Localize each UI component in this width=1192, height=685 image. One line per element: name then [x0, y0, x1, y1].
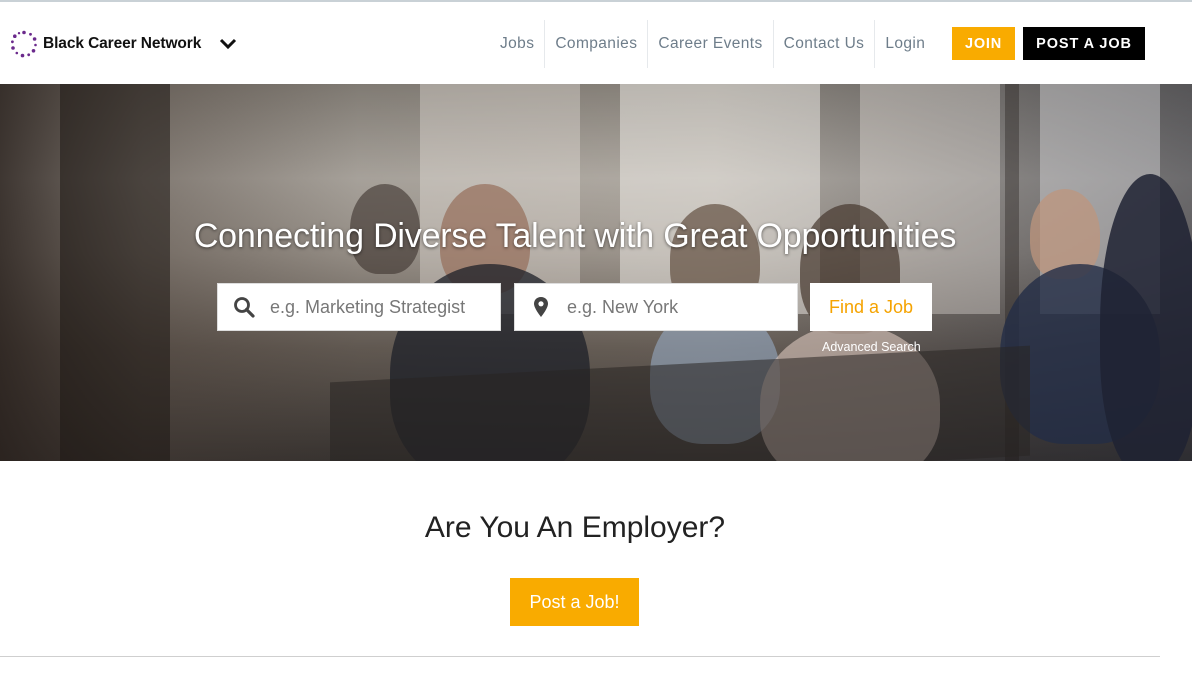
- post-a-job-cta-button[interactable]: Post a Job!: [510, 578, 639, 626]
- keyword-input[interactable]: [270, 296, 490, 318]
- nav-contact-us[interactable]: Contact Us: [774, 20, 875, 68]
- location-input[interactable]: [567, 296, 787, 318]
- search-icon: [218, 283, 270, 331]
- post-a-job-button[interactable]: POST A JOB: [1023, 27, 1145, 60]
- join-button[interactable]: JOIN: [952, 27, 1015, 60]
- hero-title: Connecting Diverse Talent with Great Opp…: [193, 217, 957, 255]
- main-nav: Jobs Companies Career Events Contact Us …: [490, 20, 935, 68]
- chevron-down-icon[interactable]: [216, 33, 240, 55]
- nav-companies[interactable]: Companies: [545, 20, 647, 68]
- employer-heading: Are You An Employer?: [424, 511, 726, 544]
- location-search-box[interactable]: [514, 283, 798, 331]
- logo-dots-icon: [11, 30, 37, 58]
- section-divider: [0, 656, 1160, 657]
- nav-login[interactable]: Login: [875, 20, 935, 68]
- nav-career-events[interactable]: Career Events: [648, 20, 772, 68]
- location-pin-icon: [515, 283, 567, 331]
- advanced-search-link[interactable]: Advanced Search: [822, 340, 921, 354]
- find-a-job-button[interactable]: Find a Job: [810, 283, 932, 331]
- keyword-search-box[interactable]: [217, 283, 501, 331]
- logo-text: Black Career Network: [43, 35, 202, 52]
- foreground-pillar: [60, 84, 170, 461]
- site-logo[interactable]: Black Career Network: [10, 29, 201, 59]
- hero-banner: Connecting Diverse Talent with Great Opp…: [0, 84, 1192, 461]
- nav-jobs[interactable]: Jobs: [490, 20, 544, 68]
- site-header: Black Career Network Jobs Companies Care…: [0, 2, 1192, 84]
